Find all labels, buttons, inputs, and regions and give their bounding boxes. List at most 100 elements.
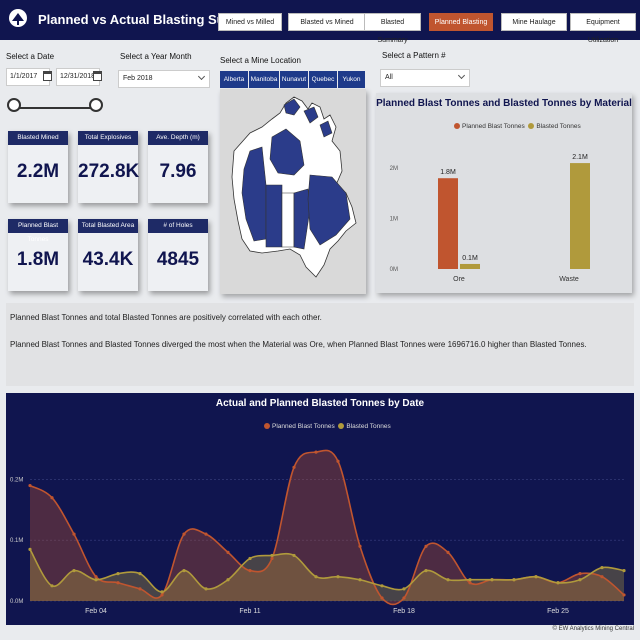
x-category-label: Waste — [559, 276, 579, 283]
data-point[interactable] — [424, 544, 428, 548]
location-chip-nunavut[interactable]: Nunavut — [280, 71, 308, 88]
data-point[interactable] — [380, 584, 384, 588]
calendar-icon[interactable] — [43, 71, 52, 81]
data-point[interactable] — [248, 556, 252, 561]
data-point[interactable] — [50, 496, 54, 500]
date-range-slider[interactable] — [14, 107, 96, 109]
date-label: Select a Date — [6, 52, 55, 61]
x-tick-label: Feb 11 — [239, 608, 260, 615]
data-point[interactable] — [292, 553, 296, 558]
kpi-card: # of Holes 4845 — [148, 219, 208, 291]
data-point[interactable] — [556, 581, 560, 585]
data-point[interactable] — [402, 596, 406, 600]
data-point[interactable] — [72, 532, 76, 536]
data-point[interactable] — [160, 593, 164, 597]
data-point[interactable] — [600, 565, 604, 570]
data-point[interactable] — [578, 578, 582, 582]
data-point[interactable] — [468, 581, 472, 585]
year-month-value: Feb 2018 — [123, 75, 153, 82]
data-point[interactable] — [358, 544, 362, 548]
data-point[interactable] — [534, 575, 538, 579]
data-point[interactable] — [578, 572, 582, 576]
data-point[interactable] — [94, 578, 98, 582]
data-point[interactable] — [138, 572, 142, 576]
location-chip-yukon[interactable]: Yukon — [338, 71, 365, 88]
data-point[interactable] — [314, 575, 318, 579]
mining-logo-icon — [9, 9, 27, 27]
data-point[interactable] — [248, 569, 252, 573]
data-point[interactable] — [336, 459, 340, 463]
calendar-icon[interactable] — [93, 71, 102, 81]
slider-end-handle[interactable] — [89, 98, 103, 112]
location-chip-alberta[interactable]: Alberta — [220, 71, 248, 88]
data-point[interactable] — [50, 584, 54, 588]
pattern-select[interactable]: All — [380, 69, 470, 87]
data-point[interactable] — [490, 578, 494, 582]
data-point[interactable] — [424, 569, 428, 573]
data-point[interactable] — [28, 483, 32, 488]
bar-blasted-tonnes[interactable] — [460, 263, 480, 269]
data-point[interactable] — [94, 575, 98, 579]
location-chip-manitoba[interactable]: Manitoba — [249, 71, 279, 88]
tab-equipment-utilization[interactable]: Equipment Utilization — [570, 13, 636, 44]
data-point[interactable] — [116, 581, 120, 585]
kpi-title: Total Explosives — [78, 131, 138, 145]
kpi-value: 43.4K — [82, 249, 134, 270]
data-point[interactable] — [446, 550, 450, 554]
y-tick-label: 0.2M — [10, 477, 23, 483]
tab-mined-vs-milled[interactable]: Mined vs Milled — [218, 13, 282, 31]
data-point[interactable] — [446, 578, 450, 582]
kpi-card: Blasted Mined 2.2M — [8, 131, 68, 203]
y-tick-label: 1M — [390, 217, 398, 223]
data-point[interactable] — [270, 556, 274, 561]
data-point[interactable] — [182, 569, 186, 573]
data-point[interactable] — [204, 532, 208, 536]
data-point[interactable] — [622, 593, 626, 597]
kpi-card: Ave. Depth (m) 7.96 — [148, 131, 208, 203]
data-point[interactable] — [622, 569, 626, 573]
data-point[interactable] — [204, 587, 208, 591]
chevron-down-icon — [197, 72, 206, 81]
data-point[interactable] — [270, 553, 274, 558]
data-point[interactable] — [402, 587, 406, 591]
data-point[interactable] — [182, 532, 186, 536]
tab-blasted-vs-mined[interactable]: Blasted vs Mined — [288, 13, 366, 31]
data-point[interactable] — [600, 575, 604, 579]
pattern-value: All — [385, 74, 393, 81]
data-point[interactable] — [336, 575, 340, 579]
kpi-value: 4845 — [156, 249, 200, 270]
data-point[interactable] — [160, 590, 164, 594]
data-point[interactable] — [116, 572, 120, 576]
bar-blasted-tonnes[interactable] — [570, 163, 590, 269]
tab-mine-haulage[interactable]: Mine Haulage — [501, 13, 567, 31]
slider-start-handle[interactable] — [7, 98, 21, 112]
data-point[interactable] — [138, 587, 142, 591]
data-point[interactable] — [292, 465, 296, 469]
bar-planned-blast-tonnes[interactable] — [438, 178, 458, 269]
insight-text: Planned Blast Tonnes and total Blasted T… — [10, 313, 322, 322]
bar-chart-plot: 0M 1M 2M 1.8M 0.1M Ore 2.1M Waste — [390, 154, 590, 283]
data-point[interactable] — [380, 596, 384, 600]
data-point[interactable] — [72, 569, 76, 573]
bar-data-label: 1.8M — [440, 169, 456, 176]
kpi-value: 7.96 — [159, 161, 197, 182]
kpi-title: Ave. Depth (m) — [148, 131, 208, 145]
canada-map[interactable] — [220, 89, 366, 294]
location-chip-quebec[interactable]: Quebec — [309, 71, 337, 88]
tab-blasted-summary[interactable]: Blasted Summary — [364, 13, 421, 44]
data-point[interactable] — [226, 578, 230, 582]
data-point[interactable] — [226, 550, 230, 554]
insight-text: Planned Blast Tonnes and Blasted Tonnes … — [10, 340, 587, 349]
year-month-select[interactable]: Feb 2018 — [118, 70, 210, 88]
tab-planned-blasting[interactable]: Planned Blasting — [429, 13, 493, 31]
data-point[interactable] — [314, 450, 318, 454]
smart-narrative: Planned Blast Tonnes and total Blasted T… — [6, 303, 634, 386]
data-point[interactable] — [28, 547, 32, 551]
data-point[interactable] — [468, 578, 472, 582]
kpi-value: 1.8M — [16, 249, 60, 270]
x-tick-label: Feb 04 — [85, 608, 107, 615]
y-tick-label: 2M — [390, 166, 398, 172]
x-category-label: Ore — [453, 276, 465, 283]
data-point[interactable] — [358, 578, 362, 582]
data-point[interactable] — [512, 578, 516, 582]
